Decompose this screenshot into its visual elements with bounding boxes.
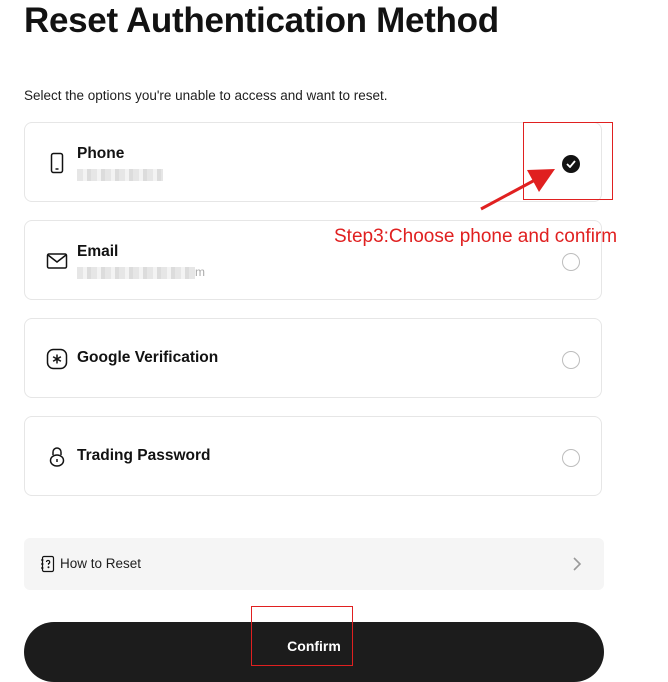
option-google-label: Google Verification — [77, 349, 219, 366]
annotation-text: Step3:Choose phone and confirm — [334, 226, 618, 247]
option-phone-label: Phone — [77, 145, 125, 162]
google-radio[interactable] — [562, 351, 580, 369]
annotation-arrow — [480, 169, 555, 211]
option-trading-password-label: Trading Password — [77, 447, 211, 464]
option-trading-password[interactable]: Trading Password — [24, 416, 602, 496]
option-phone-masked-value — [77, 167, 187, 181]
option-google-verification[interactable]: Google Verification — [24, 318, 602, 398]
lock-icon — [45, 445, 69, 469]
help-book-icon — [40, 555, 56, 578]
page-title: Reset Authentication Method — [24, 1, 499, 40]
chevron-right-icon — [572, 556, 582, 577]
option-email-masked-value: m — [77, 265, 227, 279]
trading-password-radio[interactable] — [562, 449, 580, 467]
page-subtitle: Select the options you're unable to acce… — [24, 88, 388, 103]
how-to-reset-link[interactable]: How to Reset — [24, 538, 604, 590]
authenticator-icon — [45, 347, 69, 371]
annotation-confirm-box — [251, 606, 353, 666]
mail-icon — [45, 249, 69, 273]
email-radio[interactable] — [562, 253, 580, 271]
phone-icon — [45, 151, 69, 175]
option-email-label: Email — [77, 243, 119, 260]
how-to-reset-label: How to Reset — [60, 556, 142, 571]
